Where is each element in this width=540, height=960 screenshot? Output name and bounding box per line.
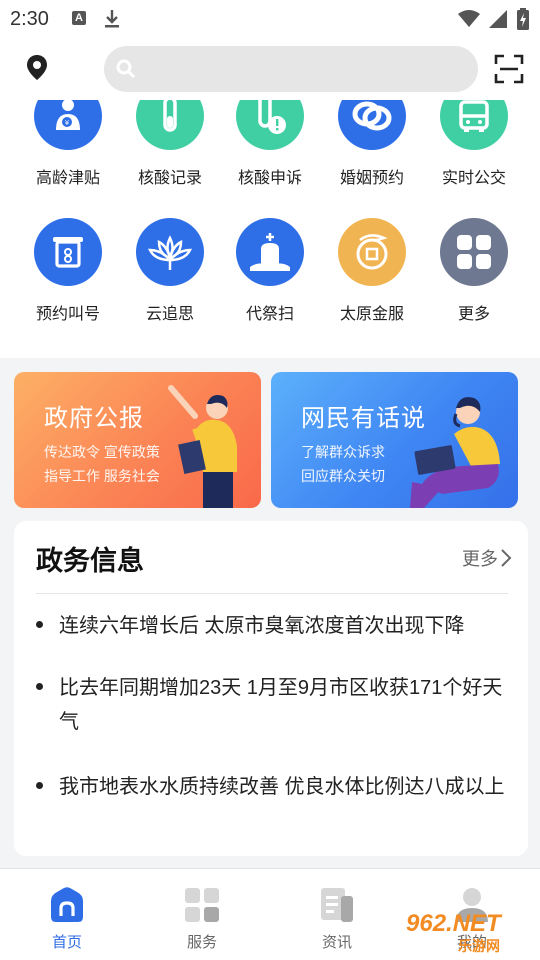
news-headline: 比去年同期增加23天 1月至9月市区收获171个好天气 (59, 677, 503, 733)
service-proxy-sweeping[interactable]: 代祭扫 (220, 218, 320, 324)
notification-a-icon: A (72, 11, 86, 25)
battery-icon (517, 8, 529, 30)
banner-subtitle-1: 传达政令 宣传政策 (44, 444, 160, 460)
location-icon[interactable] (26, 54, 48, 82)
search-icon (116, 59, 136, 79)
tab-home[interactable]: 首页 (17, 883, 117, 952)
service-label: 高龄津贴 (35, 170, 100, 187)
download-icon (105, 10, 119, 28)
service-realtime-bus[interactable]: 实时公交 (424, 100, 524, 188)
more-link[interactable]: 更多 (462, 545, 512, 571)
bullet-icon (36, 782, 43, 789)
service-label: 核酸申诉 (237, 170, 302, 187)
service-label: 核酸记录 (137, 170, 202, 187)
search-input[interactable] (144, 54, 464, 84)
service-label: 婚姻预约 (339, 170, 404, 187)
test-tube-icon (136, 100, 204, 150)
elderly-allowance-icon: ¥ (34, 100, 102, 150)
search-bar[interactable] (104, 46, 478, 92)
wifi-icon (458, 10, 480, 27)
service-label: 实时公交 (441, 170, 506, 187)
service-label: 预约叫号 (35, 306, 100, 323)
svg-text:¥: ¥ (65, 119, 70, 127)
watermark-logo: 962.NET 乐游网 (400, 906, 538, 956)
gov-info-card: 政务信息 更多 连续六年增长后 太原市臭氧浓度首次出现下降 比去年同期增加23天… (14, 521, 528, 856)
status-time: 2:30 (10, 8, 49, 30)
presenter-illustration (168, 385, 237, 508)
section-title: 政务信息 (36, 546, 144, 576)
status-bar: 2:30 A (0, 0, 540, 38)
more-label: 更多 (462, 549, 498, 569)
tab-label: 服务 (186, 934, 217, 951)
finance-dragon-icon (338, 218, 406, 286)
marriage-rings-icon (338, 100, 406, 150)
service-label: 云追思 (145, 306, 194, 323)
bus-icon (440, 100, 508, 150)
bullet-icon (36, 683, 43, 690)
service-elderly-allowance[interactable]: ¥ 高龄津贴 (18, 100, 118, 188)
signal-icon (489, 10, 507, 28)
test-tube-alert-icon (236, 100, 304, 150)
news-list-item[interactable]: 连续六年增长后 太原市臭氧浓度首次出现下降 (36, 609, 506, 643)
banner-subtitle-2: 指导工作 服务社会 (44, 468, 160, 484)
banner-government-gazette[interactable]: 政府公报 传达政令 宣传政策 指导工作 服务社会 (14, 372, 261, 508)
service-nucleic-appeal[interactable]: 核酸申诉 (220, 100, 320, 188)
service-queue-appointment[interactable]: 预约叫号 (18, 218, 118, 324)
bullet-icon (36, 621, 43, 628)
scan-icon[interactable] (494, 54, 524, 84)
service-label: 更多 (457, 306, 490, 323)
chevron-right-icon (501, 549, 512, 567)
service-marriage-appointment[interactable]: 婚姻预约 (322, 100, 422, 188)
tab-services[interactable]: 服务 (152, 883, 252, 952)
more-grid-icon (440, 218, 508, 286)
services-grid: ¥ 高龄津贴 核酸记录 核酸申诉 婚姻预约 实时公交 预约叫号 云追思 代祭扫 … (0, 100, 540, 358)
news-headline: 我市地表水水质持续改善 优良水体比例达八成以上 (59, 776, 505, 798)
headset-user-illustration (410, 397, 500, 508)
news-list-item[interactable]: 比去年同期增加23天 1月至9月市区收获171个好天气 (36, 671, 506, 739)
tab-label: 资讯 (321, 934, 352, 951)
news-headline: 连续六年增长后 太原市臭氧浓度首次出现下降 (59, 615, 465, 637)
news-doc-icon (321, 888, 353, 922)
queue-ticket-icon (34, 218, 102, 286)
banner-netizens-speak[interactable]: 网民有话说 了解群众诉求 回应群众关切 (271, 372, 518, 508)
home-icon (51, 887, 83, 922)
top-header (0, 38, 540, 100)
services-grid-icon (185, 888, 219, 922)
watermark-sub: 乐游网 (458, 938, 500, 954)
service-label: 太原金服 (339, 306, 404, 323)
service-more[interactable]: 更多 (424, 218, 524, 324)
service-nucleic-record[interactable]: 核酸记录 (120, 100, 220, 188)
banner-subtitle-1: 了解群众诉求 (301, 444, 385, 460)
banner-subtitle-2: 回应群众关切 (301, 468, 385, 484)
memorial-icon (236, 218, 304, 286)
chrysanthemum-icon (136, 218, 204, 286)
service-cloud-memorial[interactable]: 云追思 (120, 218, 220, 324)
tab-news[interactable]: 资讯 (287, 883, 387, 952)
watermark-brand: 962.NET (406, 910, 501, 937)
banner-title: 政府公报 (44, 405, 144, 432)
news-list-item[interactable]: 我市地表水水质持续改善 优良水体比例达八成以上 (36, 770, 506, 804)
divider (36, 593, 508, 594)
service-taiyuan-finance[interactable]: 太原金服 (322, 218, 422, 324)
tab-label: 首页 (51, 934, 82, 951)
service-label: 代祭扫 (245, 306, 294, 323)
